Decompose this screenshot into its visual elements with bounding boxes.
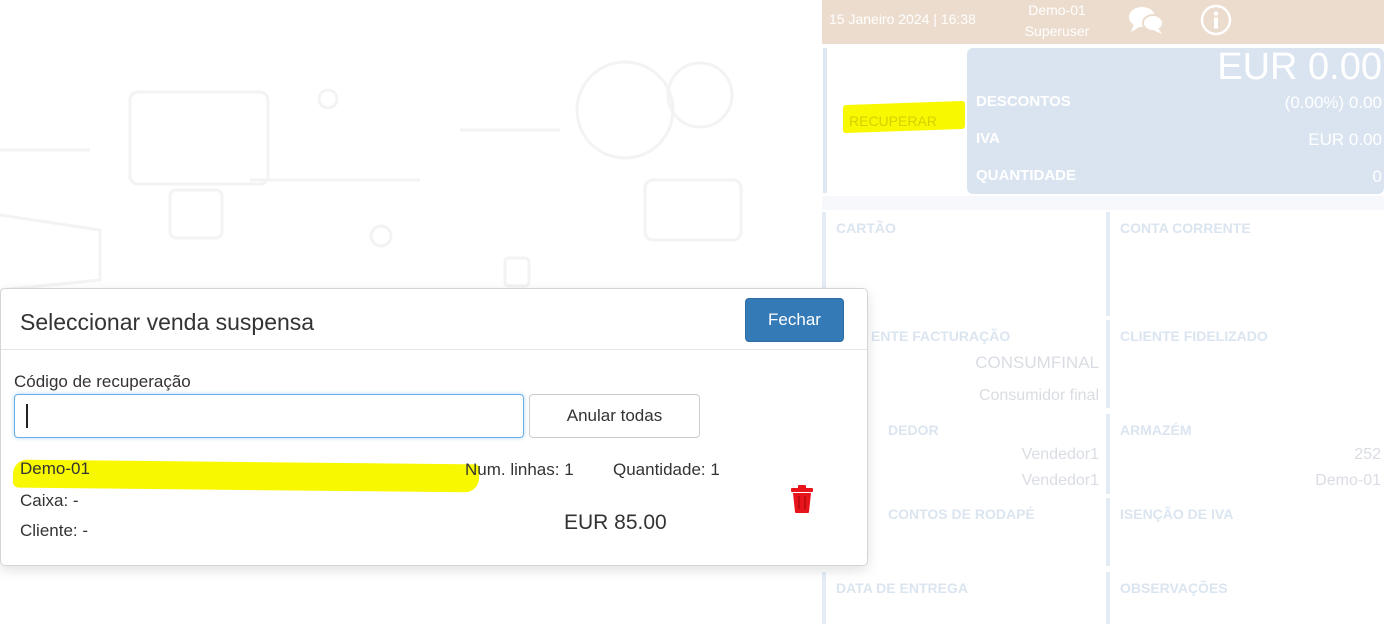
- info-icon[interactable]: [1200, 4, 1232, 36]
- tile-value: CONSUMFINAL: [975, 353, 1099, 372]
- tile-title: ARMAZÉM: [1120, 422, 1192, 438]
- tile-title: OBSERVAÇÕES: [1120, 580, 1228, 596]
- tile-title: CONTA CORRENTE: [1120, 220, 1251, 236]
- vat-label: IVA: [976, 130, 1000, 147]
- tile-data-entrega[interactable]: DATA DE ENTREGA: [822, 572, 1105, 624]
- user-info[interactable]: Demo-01 Superuser: [1022, 0, 1092, 42]
- recovery-code-label: Código de recuperação: [14, 372, 191, 391]
- tile-value: Demo-01: [1315, 472, 1381, 489]
- sale-amount: EUR 85.00: [564, 511, 667, 534]
- discounts-value: (0.00%) 0.00: [1284, 93, 1382, 112]
- tile-title: DEDOR: [888, 422, 939, 438]
- trash-icon[interactable]: [790, 485, 814, 513]
- quantity-value: 0: [1372, 167, 1382, 186]
- totals-panel: EUR 0.00 DESCONTOS (0.00%) 0.00 IVA EUR …: [967, 46, 1384, 194]
- text-cursor: [26, 404, 28, 428]
- discounts-label: DESCONTOS: [976, 93, 1071, 110]
- tile-value: Vendedor1: [1021, 472, 1099, 489]
- tile-value: Vendedor1: [1021, 446, 1099, 463]
- user-role: Superuser: [1024, 23, 1090, 39]
- quantity-label: QUANTIDADE: [976, 167, 1076, 184]
- void-all-button[interactable]: Anular todas: [529, 394, 700, 438]
- tile-title: CLIENTE FIDELIZADO: [1120, 328, 1268, 344]
- sale-quantity: Quantidade: 1: [613, 460, 720, 479]
- dialog-title: Seleccionar venda suspensa: [20, 309, 315, 335]
- tile-value: 252: [1354, 446, 1381, 463]
- quantity-row: QUANTIDADE 0: [976, 167, 1382, 187]
- suspended-sale-item[interactable]: Demo-01 Caixa: - Cliente: - Num. linhas:…: [1, 449, 867, 549]
- tile-isencao-iva[interactable]: ISENÇÃO DE IVA: [1106, 498, 1384, 566]
- close-button[interactable]: Fechar: [745, 298, 844, 342]
- store-name: Demo-01: [1028, 2, 1086, 18]
- vat-row: IVA EUR 0.00: [976, 130, 1382, 150]
- tile-armazem[interactable]: ARMAZÉM 252 Demo-01: [1106, 414, 1384, 494]
- sale-line-count: Num. linhas: 1: [465, 460, 574, 479]
- recovery-code-input[interactable]: [14, 394, 524, 438]
- sale-customer: Cliente: -: [20, 521, 89, 540]
- tile-title: DATA DE ENTREGA: [836, 580, 968, 596]
- discounts-row: DESCONTOS (0.00%) 0.00: [976, 93, 1382, 113]
- vat-value: EUR 0.00: [1308, 130, 1382, 149]
- recover-button[interactable]: RECUPERAR: [823, 48, 965, 193]
- tile-cliente-fidelizado[interactable]: CLIENTE FIDELIZADO: [1106, 320, 1384, 408]
- top-bar: 15 Janeiro 2024 | 16:38 Demo-01 Superuse…: [822, 0, 1384, 44]
- tile-title: ENTE FACTURAÇÃO: [871, 328, 1011, 344]
- date-time: 15 Janeiro 2024 | 16:38: [829, 11, 976, 27]
- suspended-sale-dialog: Seleccionar venda suspensa Fechar Código…: [0, 288, 868, 566]
- tile-title: CARTÃO: [836, 220, 896, 236]
- tile-value: Consumidor final: [978, 387, 1099, 404]
- chat-icon[interactable]: [1128, 5, 1164, 35]
- separator-strip: [822, 196, 1384, 210]
- tile-title: CONTOS DE RODAPÉ: [888, 506, 1035, 522]
- total-amount: EUR 0.00: [1217, 46, 1382, 88]
- tile-observacoes[interactable]: OBSERVAÇÕES: [1106, 572, 1384, 624]
- tile-title: ISENÇÃO DE IVA: [1120, 506, 1234, 522]
- dialog-divider: [1, 349, 867, 350]
- sale-register: Caixa: -: [20, 491, 79, 510]
- tile-conta-corrente[interactable]: CONTA CORRENTE: [1106, 212, 1384, 316]
- recover-label: RECUPERAR: [849, 113, 937, 129]
- sale-name: Demo-01: [20, 459, 90, 478]
